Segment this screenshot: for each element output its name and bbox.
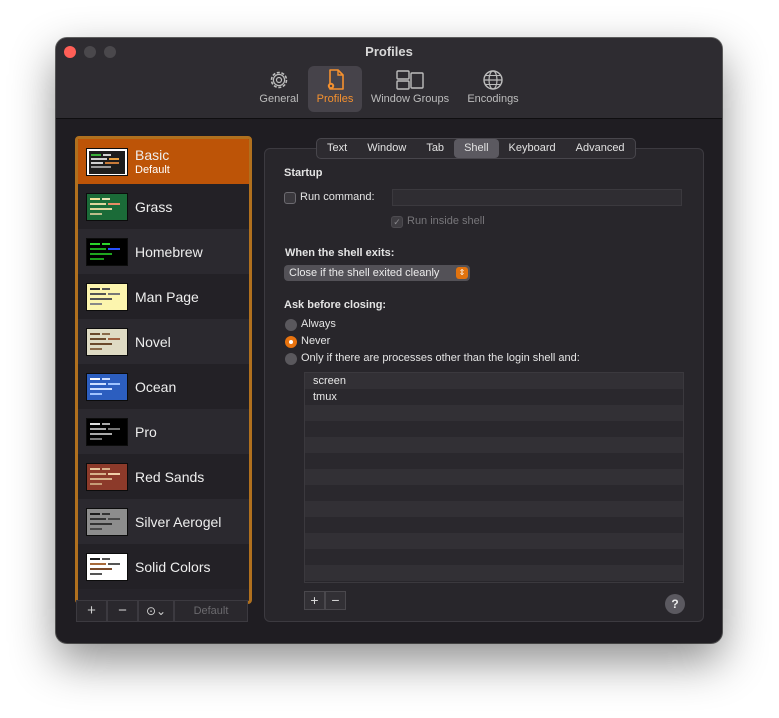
tab-advanced[interactable]: Advanced xyxy=(566,139,635,158)
table-row xyxy=(305,421,683,437)
add-process-button[interactable]: + xyxy=(304,591,325,610)
profile-name-red-sands: Red Sands xyxy=(135,468,205,485)
toolbar-window-groups-label: Window Groups xyxy=(370,93,450,105)
profile-thumbnail-basic xyxy=(86,147,128,176)
table-row xyxy=(305,437,683,453)
table-row xyxy=(305,565,683,581)
add-profile-button[interactable]: + xyxy=(76,600,107,622)
table-row xyxy=(305,517,683,533)
profiles-window: Profiles General Profiles Window Groups … xyxy=(56,38,722,643)
toolbar-profiles-label: Profiles xyxy=(316,93,354,105)
run-command-label: Run command: xyxy=(300,191,375,203)
profile-name-man-page: Man Page xyxy=(135,288,199,305)
table-row xyxy=(305,469,683,485)
ask-never-radio[interactable] xyxy=(285,336,297,348)
profile-thumbnail-pro xyxy=(86,417,128,446)
profile-thumbnail-red-sands xyxy=(86,462,128,491)
table-row[interactable]: screen xyxy=(305,373,683,389)
profile-thumbnail-ocean xyxy=(86,372,128,401)
profile-item-silver-aerogel[interactable]: Silver Aerogel xyxy=(78,499,249,544)
run-inside-shell-label: Run inside shell xyxy=(407,215,485,227)
run-inside-shell-checkbox[interactable]: ✓ xyxy=(391,216,403,228)
profile-name-silver-aerogel: Silver Aerogel xyxy=(135,513,222,530)
profile-name-novel: Novel xyxy=(135,333,171,350)
toolbar-encodings-label: Encodings xyxy=(467,93,519,105)
profile-thumbnail-man-page xyxy=(86,282,128,311)
remove-profile-button[interactable]: − xyxy=(107,600,138,622)
profile-thumbnail-solid-colors xyxy=(86,552,128,581)
window-title: Profiles xyxy=(365,44,413,59)
profile-name-basic: Basic xyxy=(135,146,170,163)
ask-always-label: Always xyxy=(301,318,336,330)
help-button[interactable]: ? xyxy=(665,594,685,614)
profiles-document-icon xyxy=(327,69,344,90)
profile-item-solid-colors[interactable]: Solid Colors xyxy=(78,544,249,589)
ask-only-if-processes-label: Only if there are processes other than t… xyxy=(301,352,580,364)
when-shell-exits-heading: When the shell exits: xyxy=(285,247,395,259)
globe-icon xyxy=(483,70,503,90)
profile-name-grass: Grass xyxy=(135,198,173,215)
profile-thumbnail-silver-aerogel xyxy=(86,507,128,536)
profile-default-subtitle: Default xyxy=(135,163,170,176)
profile-item-man-page[interactable]: Man Page xyxy=(78,274,249,319)
table-row xyxy=(305,405,683,421)
tab-text[interactable]: Text xyxy=(317,139,357,158)
profile-item-grass[interactable]: Grass xyxy=(78,184,249,229)
ask-never-label: Never xyxy=(301,335,331,347)
ask-only-if-processes-radio[interactable] xyxy=(285,353,297,365)
profile-thumbnail-homebrew xyxy=(86,237,128,266)
profile-item-ocean[interactable]: Ocean xyxy=(78,364,249,409)
profile-list-toolbar: + − ⊙⌄ Default xyxy=(76,600,248,622)
startup-heading: Startup xyxy=(284,167,323,179)
profile-item-novel[interactable]: Novel xyxy=(78,319,249,364)
more-actions-menu-button[interactable]: ⊙⌄ xyxy=(138,600,174,622)
gear-icon xyxy=(270,71,288,89)
toolbar: Profiles General Profiles Window Groups … xyxy=(56,38,722,119)
window-groups-icon xyxy=(396,70,424,90)
table-row xyxy=(305,453,683,469)
toolbar-general-label: General xyxy=(259,93,299,105)
ask-always-radio[interactable] xyxy=(285,319,297,331)
profile-name-ocean: Ocean xyxy=(135,378,177,395)
tab-tab[interactable]: Tab xyxy=(416,139,454,158)
toolbar-encodings-button[interactable]: Encodings xyxy=(460,66,526,112)
remove-process-button[interactable]: − xyxy=(325,591,346,610)
profile-thumbnail-grass xyxy=(86,192,128,221)
tab-keyboard[interactable]: Keyboard xyxy=(499,139,566,158)
run-command-field[interactable] xyxy=(392,189,682,206)
table-row xyxy=(305,485,683,501)
profile-item-red-sands[interactable]: Red Sands xyxy=(78,454,249,499)
toolbar-profiles-button[interactable]: Profiles xyxy=(308,66,362,112)
profile-thumbnail-novel xyxy=(86,327,128,356)
when-shell-exits-popup[interactable]: Close if the shell exited cleanly ⇕ xyxy=(284,265,470,281)
profiles-list[interactable]: Basic Default Grass Homebrew Man Page No… xyxy=(75,136,252,604)
run-command-checkbox[interactable] xyxy=(284,192,296,204)
profile-name-solid-colors: Solid Colors xyxy=(135,558,211,575)
toolbar-window-groups-button[interactable]: Window Groups xyxy=(366,66,454,112)
popup-chevron-icon: ⇕ xyxy=(456,267,468,279)
ask-before-closing-heading: Ask before closing: xyxy=(284,299,387,311)
table-row[interactable]: tmux xyxy=(305,389,683,405)
profile-name-homebrew: Homebrew xyxy=(135,243,203,260)
table-row xyxy=(305,549,683,565)
profile-item-homebrew[interactable]: Homebrew xyxy=(78,229,249,274)
process-list-toolbar: + − xyxy=(304,591,346,610)
settings-tabs: Text Window Tab Shell Keyboard Advanced xyxy=(316,138,636,159)
table-row xyxy=(305,501,683,517)
tab-window[interactable]: Window xyxy=(357,139,416,158)
set-default-button[interactable]: Default xyxy=(174,600,248,622)
toolbar-general-button[interactable]: General xyxy=(254,66,304,112)
tab-shell[interactable]: Shell xyxy=(454,139,499,158)
profile-name-pro: Pro xyxy=(135,423,157,440)
process-list-table[interactable]: screen tmux xyxy=(304,372,684,583)
profile-item-pro[interactable]: Pro xyxy=(78,409,249,454)
table-row xyxy=(305,533,683,549)
profile-item-basic[interactable]: Basic Default xyxy=(78,139,249,184)
when-shell-exits-value: Close if the shell exited cleanly xyxy=(289,267,440,279)
